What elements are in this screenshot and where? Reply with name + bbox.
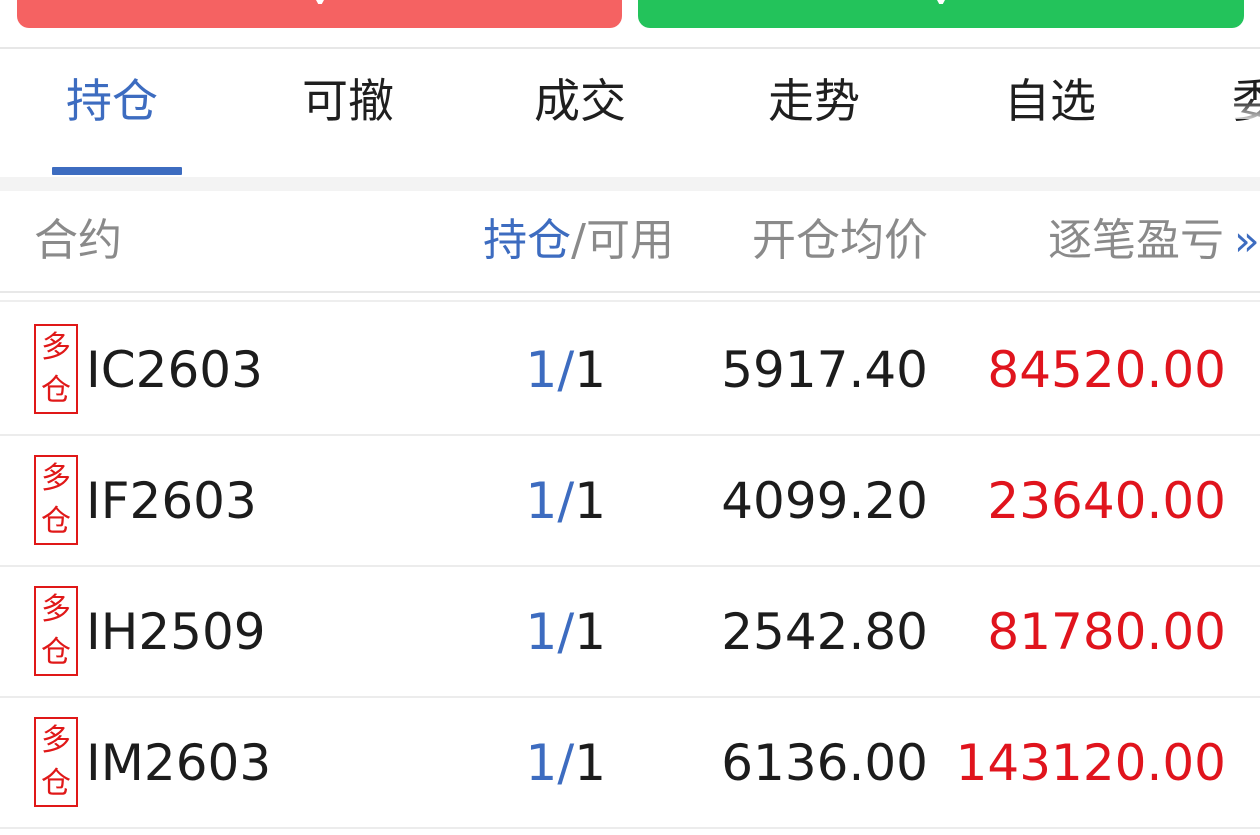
long-position-badge: 多 仓 [34,324,78,414]
badge-text-top: 多 [41,330,71,365]
badge-text-top: 多 [41,461,71,496]
pnl-value: 143120.00 [955,734,1226,792]
contract-code: IF2603 [86,472,257,530]
avg-open-price: 4099.20 [721,472,928,530]
table-header: 合约 持仓/可用 开仓均价 逐笔盈亏 » [0,191,1260,291]
avg-open-price: 6136.00 [721,734,928,792]
badge-text-bottom: 仓 [41,635,71,670]
table-row[interactable]: 多 仓 IM2603 1/1 6136.00 143120.00 [0,698,1260,829]
column-header-position[interactable]: 持仓/可用 [483,191,674,291]
badge-text-bottom: 仓 [41,373,71,408]
available-quantity: 1 [574,341,606,399]
divider [0,291,1260,293]
buy-button[interactable] [17,0,622,28]
active-tab-indicator [52,167,182,175]
contract-code: IM2603 [86,734,272,792]
table-row[interactable]: 多 仓 IC2603 1/1 5917.40 84520.00 [0,305,1260,436]
contract-code: IC2603 [86,341,263,399]
divider [0,300,1260,302]
position-quantity: 1/1 [526,436,606,567]
held-quantity: 1/ [525,341,575,399]
pnl-value: 23640.00 [987,472,1226,530]
tab-bar: 持仓 可撤 成交 走势 自选 委 [0,49,1260,177]
badge-text-top: 多 [41,592,71,627]
badge-text-bottom: 仓 [41,504,71,539]
tab-trend[interactable]: 走势 [768,49,860,177]
held-quantity: 1/ [525,472,575,530]
column-header-available: /可用 [571,215,674,266]
section-gap [0,177,1260,191]
avg-open-price: 5917.40 [721,341,928,399]
double-chevron-right-icon[interactable]: » [1234,191,1260,291]
contract-code: IH2509 [86,603,266,661]
column-header-pnl[interactable]: 逐笔盈亏 [1048,191,1224,291]
long-position-badge: 多 仓 [34,455,78,545]
tab-cancellable[interactable]: 可撤 [302,49,394,177]
table-row[interactable]: 多 仓 IH2509 1/1 2542.80 81780.00 [0,567,1260,698]
sell-button[interactable] [638,0,1244,28]
sell-label-fragment-icon [937,0,945,4]
column-header-contract: 合约 [34,215,122,266]
held-quantity: 1/ [525,734,575,792]
long-position-badge: 多 仓 [34,586,78,676]
position-quantity: 1/1 [526,698,606,829]
divider [0,827,1260,829]
position-quantity: 1/1 [526,567,606,698]
position-quantity: 1/1 [526,305,606,436]
pnl-value: 84520.00 [987,341,1226,399]
long-position-badge: 多 仓 [34,717,78,807]
available-quantity: 1 [574,734,606,792]
table-row[interactable]: 多 仓 IF2603 1/1 4099.20 23640.00 [0,436,1260,567]
available-quantity: 1 [574,472,606,530]
column-header-held: 持仓 [483,215,572,266]
buy-label-fragment-icon [315,0,324,4]
action-bar [0,0,1260,48]
held-quantity: 1/ [525,603,575,661]
badge-text-top: 多 [41,723,71,758]
column-header-avg-price: 开仓均价 [752,215,928,266]
tab-orders-label: 委 [1232,74,1260,128]
badge-text-bottom: 仓 [41,766,71,801]
tab-orders-partial[interactable]: 委 [1232,49,1260,177]
tab-positions[interactable]: 持仓 [66,49,158,177]
available-quantity: 1 [574,603,606,661]
tab-watchlist[interactable]: 自选 [1004,49,1096,177]
tab-trades[interactable]: 成交 [534,49,626,177]
pnl-value: 81780.00 [987,603,1226,661]
avg-open-price: 2542.80 [721,603,928,661]
